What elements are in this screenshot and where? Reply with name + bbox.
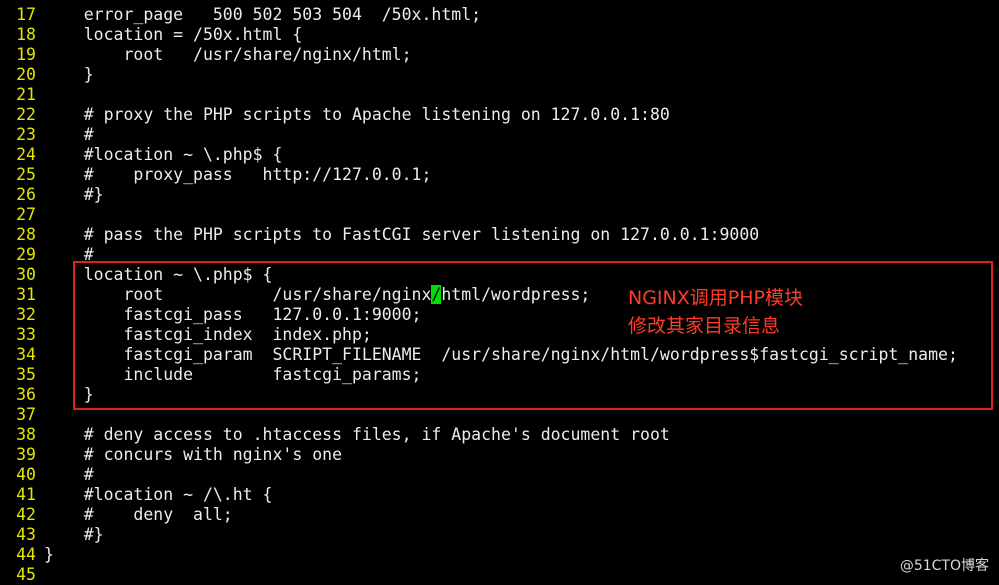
code-line-22: 22 # proxy the PHP scripts to Apache lis… — [0, 105, 999, 125]
annotation-note-title: NGINX调用PHP模块 — [628, 287, 803, 309]
code-line-43: 43 #} — [0, 525, 999, 545]
line-number: 30 — [16, 265, 36, 284]
code-line-18: 18 location = /50x.html { — [0, 25, 999, 45]
code-text: # pass the PHP scripts to FastCGI server… — [44, 225, 760, 244]
line-number: 34 — [16, 345, 36, 364]
code-line-44: 44} — [0, 545, 999, 565]
line-number: 43 — [16, 525, 36, 544]
line-number: 35 — [16, 365, 36, 384]
line-number: 36 — [16, 385, 36, 404]
code-line-39: 39 # concurs with nginx's one — [0, 445, 999, 465]
code-text: location = /50x.html { — [44, 25, 303, 44]
code-line-17: 17 error_page 500 502 503 504 /50x.html; — [0, 5, 999, 25]
code-line-42: 42 # deny all; — [0, 505, 999, 525]
line-number: 21 — [16, 85, 36, 104]
line-number: 37 — [16, 405, 36, 424]
code-line-23: 23 # — [0, 125, 999, 145]
line-number: 33 — [16, 325, 36, 344]
line-number: 42 — [16, 505, 36, 524]
code-text: } — [44, 545, 54, 564]
code-text: # — [44, 465, 94, 484]
code-text: #} — [44, 185, 104, 204]
code-text: # proxy the PHP scripts to Apache listen… — [44, 105, 670, 124]
code-line-25: 25 # proxy_pass http://127.0.0.1; — [0, 165, 999, 185]
code-line-27: 27 — [0, 205, 999, 225]
code-line-38: 38 # deny access to .htaccess files, if … — [0, 425, 999, 445]
line-number: 17 — [16, 5, 36, 24]
line-number: 32 — [16, 305, 36, 324]
line-number: 25 — [16, 165, 36, 184]
annotation-highlight-box — [73, 261, 993, 410]
code-line-21: 21 — [0, 85, 999, 105]
code-text: #location ~ /\.ht { — [44, 485, 273, 504]
line-number: 31 — [16, 285, 36, 304]
code-text: # concurs with nginx's one — [44, 445, 343, 464]
line-number: 24 — [16, 145, 36, 164]
watermark: @51CTO博客 — [899, 558, 989, 574]
code-text: } — [44, 65, 94, 84]
line-number: 40 — [16, 465, 36, 484]
line-number: 45 — [16, 565, 36, 584]
code-line-19: 19 root /usr/share/nginx/html; — [0, 45, 999, 65]
line-number: 44 — [16, 545, 36, 564]
code-line-28: 28 # pass the PHP scripts to FastCGI ser… — [0, 225, 999, 245]
line-number: 23 — [16, 125, 36, 144]
line-number: 41 — [16, 485, 36, 504]
code-text: # — [44, 125, 94, 144]
code-text: # deny all; — [44, 505, 233, 524]
code-text: # deny access to .htaccess files, if Apa… — [44, 425, 670, 444]
code-text: #location ~ \.php$ { — [44, 145, 283, 164]
line-number: 28 — [16, 225, 36, 244]
code-text: #} — [44, 525, 104, 544]
code-line-20: 20 } — [0, 65, 999, 85]
code-line-45: 45 — [0, 565, 999, 585]
code-line-41: 41 #location ~ /\.ht { — [0, 485, 999, 505]
line-number: 26 — [16, 185, 36, 204]
line-number: 29 — [16, 245, 36, 264]
line-number: 39 — [16, 445, 36, 464]
code-text: root /usr/share/nginx/html; — [44, 45, 412, 64]
line-number: 27 — [16, 205, 36, 224]
code-line-26: 26 #} — [0, 185, 999, 205]
code-text: error_page 500 502 503 504 /50x.html; — [44, 5, 482, 24]
code-text: # proxy_pass http://127.0.0.1; — [44, 165, 432, 184]
annotation-note-detail: 修改其家目录信息 — [628, 315, 781, 337]
line-number: 18 — [16, 25, 36, 44]
line-number: 20 — [16, 65, 36, 84]
line-number: 19 — [16, 45, 36, 64]
code-line-24: 24 #location ~ \.php$ { — [0, 145, 999, 165]
line-number: 22 — [16, 105, 36, 124]
line-number: 38 — [16, 425, 36, 444]
code-line-40: 40 # — [0, 465, 999, 485]
